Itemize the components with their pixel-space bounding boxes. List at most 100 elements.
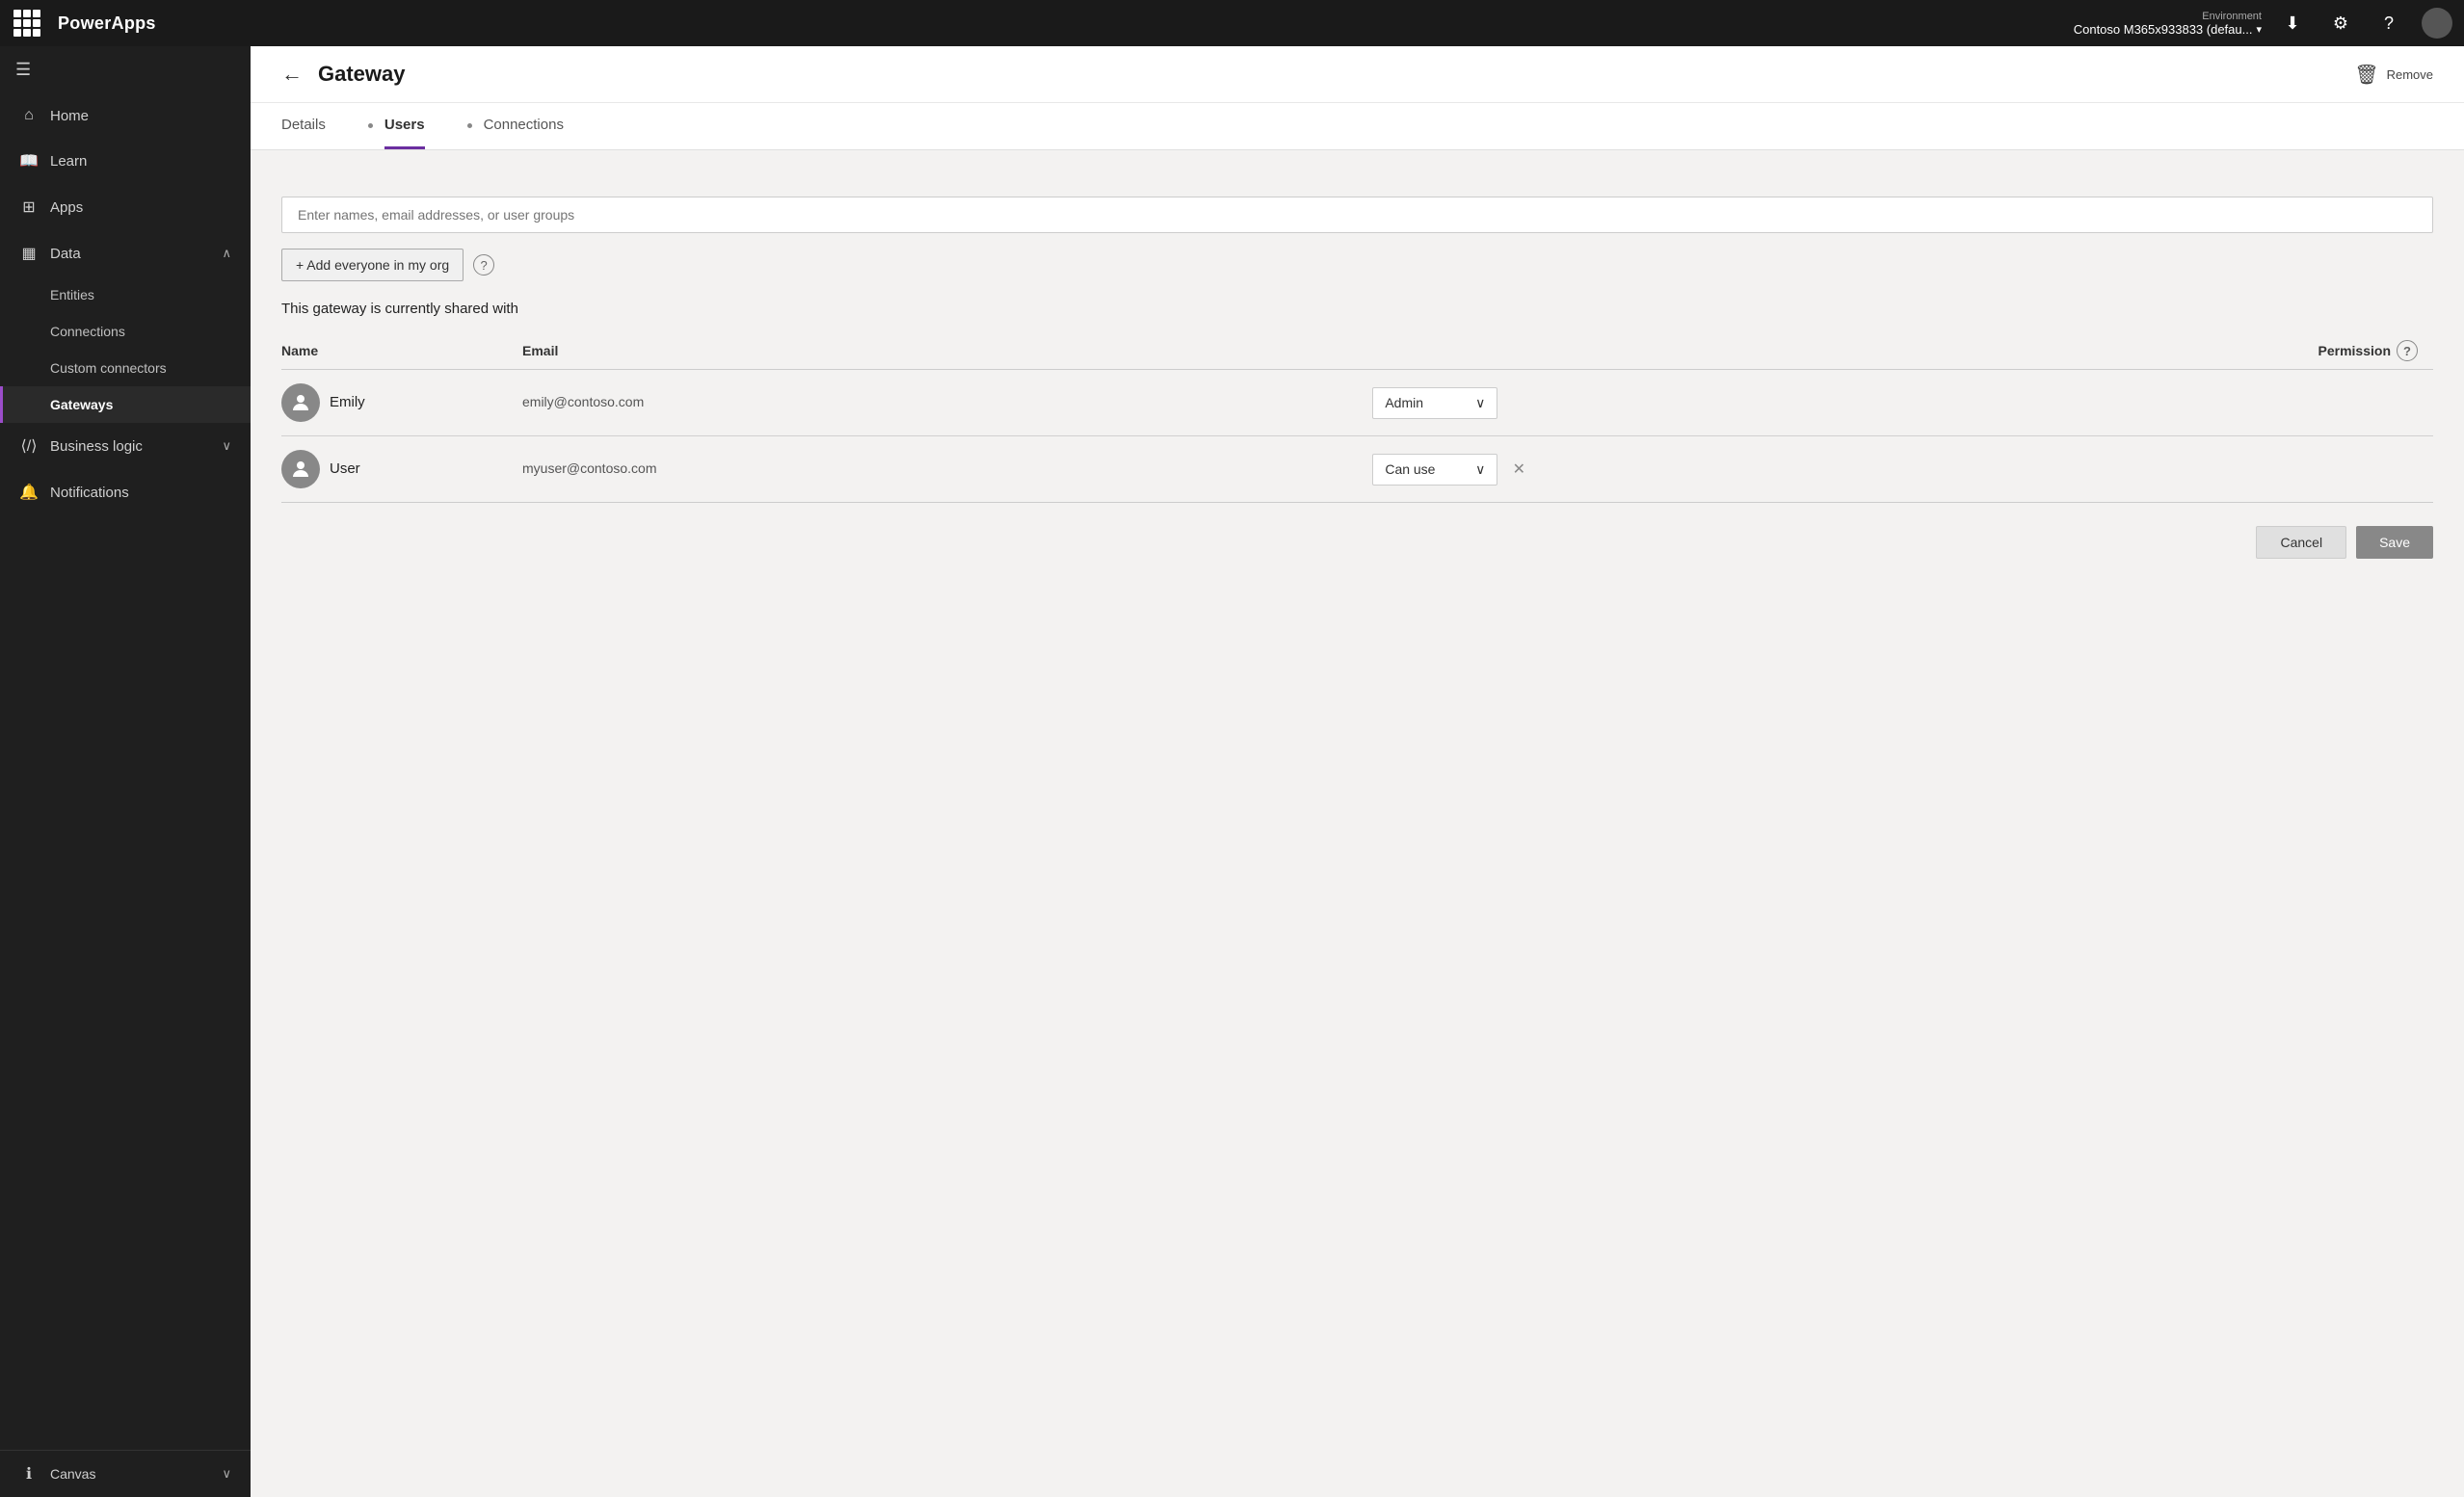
- user-permission-row: Can use ∨ ✕: [1372, 454, 2425, 486]
- sidebar-item-entities[interactable]: Entities: [0, 276, 251, 313]
- th-name: Name: [281, 332, 522, 370]
- user-permission-cell: Can use ∨ ✕: [1372, 436, 2433, 503]
- download-icon[interactable]: ⬇: [2277, 8, 2308, 39]
- sidebar-toggle[interactable]: ☰: [0, 46, 251, 93]
- content-header: ← Gateway 🗑 Remove: [251, 46, 2464, 103]
- sidebar-item-learn[interactable]: 📖 Learn: [0, 138, 251, 184]
- tab-users[interactable]: Users: [384, 103, 425, 149]
- remove-user-button[interactable]: ✕: [1505, 456, 1532, 483]
- topbar: PowerApps Environment Contoso M365x93383…: [0, 0, 2464, 46]
- env-label: Environment: [2202, 11, 2262, 22]
- user-email-cell: myuser@contoso.com: [522, 436, 1372, 503]
- tab-details[interactable]: Details: [281, 103, 326, 149]
- app-brand: PowerApps: [50, 13, 156, 34]
- sidebar-item-gateways[interactable]: Gateways: [0, 386, 251, 423]
- user-name-cell: User: [330, 436, 522, 503]
- tabs-bar: Details Users Connections: [251, 103, 2464, 150]
- permission-help-icon[interactable]: ?: [2397, 340, 2418, 361]
- trash-icon: 🗑: [2354, 63, 2378, 87]
- sidebar-item-canvas[interactable]: ℹ Canvas ∨: [0, 1451, 251, 1497]
- sidebar-item-custom-connectors[interactable]: Custom connectors: [0, 350, 251, 386]
- sidebar-label-custom-connectors: Custom connectors: [50, 360, 167, 376]
- users-panel: + Add everyone in my org ? This gateway …: [281, 173, 2433, 582]
- environment-selector[interactable]: Environment Contoso M365x933833 (defau..…: [2074, 11, 2262, 37]
- notifications-icon: 🔔: [19, 483, 39, 502]
- topbar-icons: ⬇ ⚙ ?: [2277, 8, 2452, 39]
- user-name: User: [330, 460, 360, 477]
- sidebar-label-home: Home: [50, 108, 89, 124]
- tab-separator-1: [368, 123, 373, 128]
- permission-value: Can use: [1385, 461, 1435, 477]
- add-everyone-label: + Add everyone in my org: [296, 257, 449, 273]
- data-icon: ▦: [19, 244, 39, 263]
- user-permission-cell: Admin ∨ ✕: [1372, 370, 2433, 436]
- sidebar-label-gateways: Gateways: [50, 397, 113, 412]
- user-avatar: [281, 450, 320, 488]
- settings-icon[interactable]: ⚙: [2325, 8, 2356, 39]
- sidebar-bottom: ℹ Canvas ∨: [0, 1450, 251, 1497]
- apps-icon: ⊞: [19, 197, 39, 217]
- shared-with-text: This gateway is currently shared with: [281, 301, 2433, 317]
- content-body: + Add everyone in my org ? This gateway …: [251, 150, 2464, 1497]
- sidebar-label-entities: Entities: [50, 287, 94, 302]
- tab-separator-2: [467, 123, 472, 128]
- sidebar-label-connections: Connections: [50, 324, 125, 339]
- user-name: Emily: [330, 394, 365, 410]
- business-logic-icon: ⟨/⟩: [19, 436, 39, 456]
- sidebar-label-learn: Learn: [50, 153, 87, 170]
- user-avatar-cell: [281, 436, 330, 503]
- user-email: emily@contoso.com: [522, 394, 644, 409]
- sidebar-label-data: Data: [50, 246, 81, 262]
- sidebar-item-apps[interactable]: ⊞ Apps: [0, 184, 251, 230]
- sidebar-item-notifications[interactable]: 🔔 Notifications: [0, 469, 251, 515]
- search-input[interactable]: [281, 197, 2433, 233]
- user-table: Name Email Permission ?: [281, 332, 2433, 503]
- dropdown-chevron-icon: ∨: [1475, 395, 1485, 411]
- footer-actions: Cancel Save: [281, 526, 2433, 559]
- learn-icon: 📖: [19, 151, 39, 171]
- save-button[interactable]: Save: [2356, 526, 2433, 559]
- permission-value: Admin: [1385, 395, 1423, 410]
- home-icon: ⌂: [19, 107, 39, 124]
- permission-dropdown[interactable]: Admin ∨: [1372, 387, 1497, 419]
- user-avatar-cell: [281, 370, 330, 436]
- search-input-wrap: [281, 197, 2433, 233]
- tab-connections[interactable]: Connections: [484, 103, 564, 149]
- remove-button[interactable]: 🗑 Remove: [2354, 63, 2433, 87]
- sidebar-label-business-logic: Business logic: [50, 438, 143, 455]
- back-button[interactable]: ←: [281, 62, 303, 87]
- user-permission-row: Admin ∨ ✕: [1372, 387, 2425, 419]
- th-email: Email: [522, 332, 1372, 370]
- main-layout: ☰ ⌂ Home 📖 Learn ⊞ Apps ▦ Data ∧ Entitie…: [0, 46, 2464, 1497]
- help-icon[interactable]: ?: [2373, 8, 2404, 39]
- sidebar-label-apps: Apps: [50, 199, 83, 216]
- sidebar-item-home[interactable]: ⌂ Home: [0, 93, 251, 138]
- canvas-icon: ℹ: [19, 1464, 39, 1484]
- env-name: Contoso M365x933833 (defau... ▾: [2074, 22, 2262, 37]
- page-title: Gateway: [318, 62, 406, 87]
- business-logic-chevron-icon: ∨: [222, 438, 231, 454]
- permission-dropdown[interactable]: Can use ∨: [1372, 454, 1497, 486]
- cancel-button[interactable]: Cancel: [2256, 526, 2346, 559]
- remove-label: Remove: [2387, 67, 2433, 82]
- avatar[interactable]: [2422, 8, 2452, 39]
- add-everyone-button[interactable]: + Add everyone in my org: [281, 249, 464, 281]
- sidebar-item-business-logic[interactable]: ⟨/⟩ Business logic ∨: [0, 423, 251, 469]
- dropdown-chevron-icon: ∨: [1475, 461, 1485, 478]
- waffle-icon[interactable]: [12, 8, 42, 39]
- env-chevron-icon: ▾: [2256, 23, 2262, 36]
- sidebar-label-notifications: Notifications: [50, 485, 129, 501]
- user-email-cell: emily@contoso.com: [522, 370, 1372, 436]
- table-row: Emily emily@contoso.com Admin ∨ ✕: [281, 370, 2433, 436]
- th-permission: Permission ?: [1372, 332, 2433, 370]
- user-avatar: [281, 383, 320, 422]
- sidebar-item-data[interactable]: ▦ Data ∧: [0, 230, 251, 276]
- user-name-cell: Emily: [330, 370, 522, 436]
- user-email: myuser@contoso.com: [522, 460, 656, 476]
- sidebar-label-canvas: Canvas: [50, 1466, 95, 1482]
- sidebar: ☰ ⌂ Home 📖 Learn ⊞ Apps ▦ Data ∧ Entitie…: [0, 46, 251, 1497]
- add-org-row: + Add everyone in my org ?: [281, 249, 2433, 281]
- canvas-chevron-icon: ∨: [222, 1466, 231, 1482]
- help-icon-circle[interactable]: ?: [473, 254, 494, 276]
- sidebar-item-connections[interactable]: Connections: [0, 313, 251, 350]
